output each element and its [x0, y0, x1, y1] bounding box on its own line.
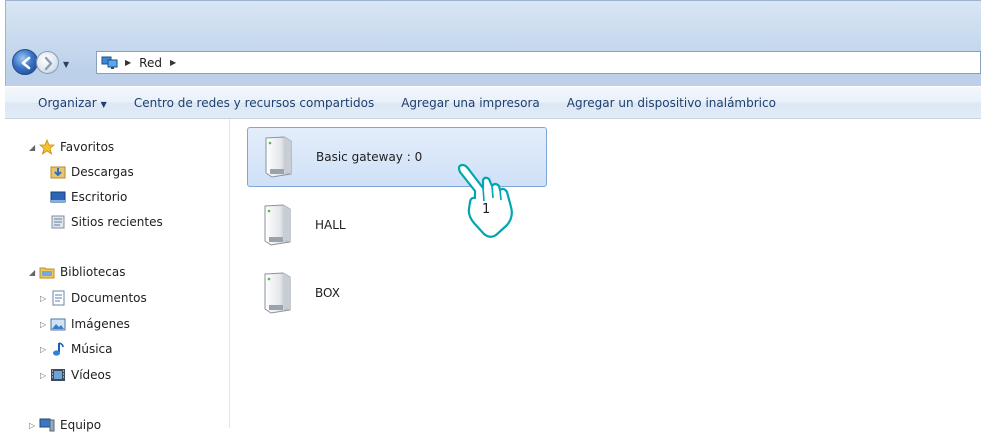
pictures-icon [50, 316, 66, 332]
collapsed-arrow-icon[interactable]: ▷ [40, 320, 50, 329]
tree-label: Imágenes [71, 317, 130, 331]
tree-item-recent-places[interactable]: Sitios recientes [50, 214, 163, 230]
navigation-pane: ◢ Favoritos Descargas Escritorio Sitios … [5, 119, 230, 432]
pointing-hand-icon [457, 163, 513, 238]
tree-label: Equipo [60, 418, 102, 432]
step-number: 1 [482, 202, 491, 217]
downloads-folder-icon [50, 164, 66, 180]
network-icon [101, 56, 119, 70]
tree-label: Escritorio [71, 190, 128, 204]
computer-icon [39, 417, 55, 433]
collapsed-arrow-icon[interactable]: ▷ [40, 371, 50, 380]
videos-icon [50, 367, 66, 383]
collapsed-arrow-icon[interactable]: ▷ [40, 345, 50, 354]
add-printer-button[interactable]: Agregar una impresora [401, 96, 540, 110]
network-item-label: Basic gateway : 0 [316, 150, 423, 164]
network-sharing-center-button[interactable]: Centro de redes y recursos compartidos [134, 96, 374, 110]
tree-item-videos[interactable]: ▷ Vídeos [40, 367, 111, 383]
address-bar[interactable]: ▶ Red ▶ [96, 51, 981, 74]
network-item-box[interactable]: BOX [247, 263, 547, 323]
step-callout: 1 [454, 162, 524, 240]
tree-item-documents[interactable]: ▷ Documentos [40, 290, 147, 306]
breadcrumb-separator-icon[interactable]: ▶ [125, 58, 131, 67]
organize-menu-button[interactable]: Organizar ▼ [38, 96, 107, 110]
tree-item-pictures[interactable]: ▷ Imágenes [40, 316, 130, 332]
back-button[interactable] [12, 49, 38, 75]
breadcrumb-separator-icon[interactable]: ▶ [170, 58, 176, 67]
tree-item-downloads[interactable]: Descargas [50, 164, 134, 180]
tree-label: Vídeos [71, 368, 112, 382]
collapsed-arrow-icon[interactable]: ▷ [40, 294, 50, 303]
network-device-icon [261, 204, 294, 246]
documents-icon [50, 290, 66, 306]
network-device-icon [262, 136, 295, 178]
network-item-label: HALL [315, 218, 346, 232]
navigation-buttons: ▼ [12, 49, 74, 77]
star-icon [38, 138, 56, 155]
forward-arrow-icon [44, 56, 53, 71]
tree-label: Descargas [71, 165, 134, 179]
expanded-arrow-icon[interactable]: ◢ [29, 143, 39, 152]
network-device-icon [261, 272, 294, 314]
recent-pages-dropdown-icon[interactable]: ▼ [63, 60, 69, 69]
tree-label: Música [71, 342, 113, 356]
tree-label: Bibliotecas [60, 265, 126, 279]
chevron-down-icon: ▼ [100, 99, 107, 109]
network-item-label: BOX [315, 286, 340, 300]
tree-label: Favoritos [60, 140, 115, 154]
tree-item-music[interactable]: ▷ Música [40, 341, 113, 357]
command-bar: Organizar ▼ Centro de redes y recursos co… [5, 86, 981, 119]
tree-favorites[interactable]: ◢ Favoritos [29, 138, 115, 155]
recent-places-icon [50, 214, 66, 230]
tree-label: Documentos [71, 291, 147, 305]
tree-item-desktop[interactable]: Escritorio [50, 189, 127, 205]
desktop-icon [50, 189, 66, 205]
title-bar [6, 1, 981, 45]
forward-button[interactable] [36, 51, 59, 74]
expanded-arrow-icon[interactable]: ◢ [29, 268, 39, 277]
libraries-folder-icon [39, 264, 55, 280]
music-icon [50, 341, 66, 357]
add-wireless-device-button[interactable]: Agregar un dispositivo inalámbrico [567, 96, 776, 110]
collapsed-arrow-icon[interactable]: ▷ [29, 421, 39, 430]
tree-label: Sitios recientes [71, 215, 163, 229]
tree-libraries[interactable]: ◢ Bibliotecas [29, 264, 125, 280]
tree-computer[interactable]: ▷ Equipo [29, 417, 101, 433]
breadcrumb-red[interactable]: Red [139, 56, 162, 70]
network-items-view: Basic gateway : 0 HALL BOX [230, 119, 981, 428]
